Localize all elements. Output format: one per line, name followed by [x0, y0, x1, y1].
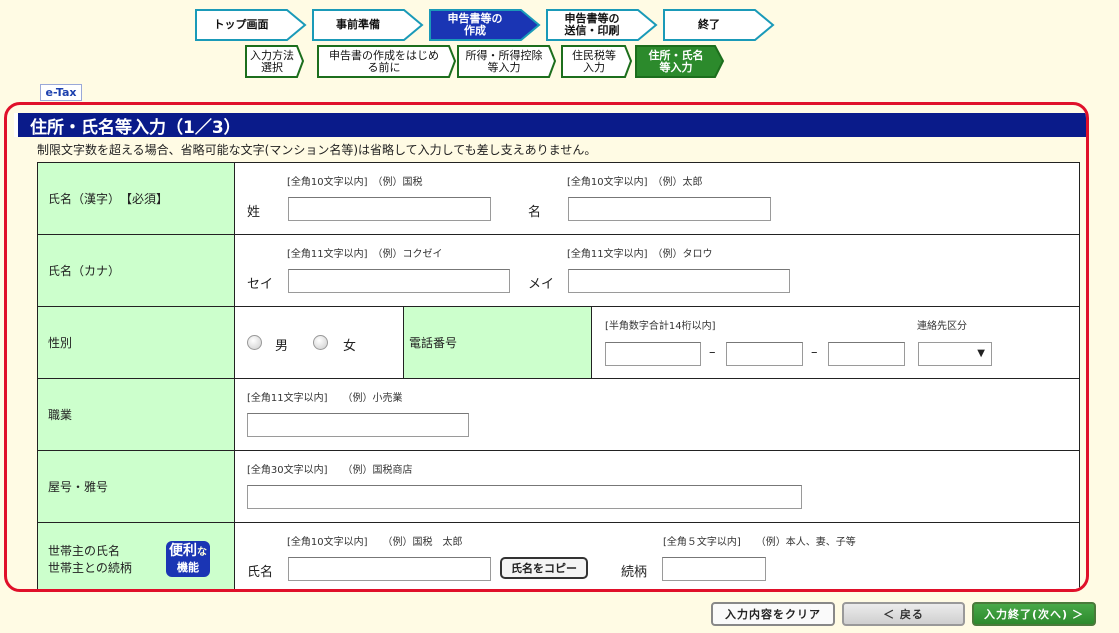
label-phone: 電話番号: [403, 307, 592, 378]
step-label: 申告書等の 送信・印刷: [564, 12, 620, 37]
substep-label: 申告書の作成をはじめ る前に: [329, 48, 439, 74]
substep-before-start: 申告書の作成をはじめ る前に: [317, 45, 457, 78]
back-button[interactable]: ＜ 戻る: [842, 602, 965, 626]
substep-label: 住民税等 入力: [572, 48, 616, 74]
gender-male-radio[interactable]: [247, 335, 262, 350]
row-name-kana: 氏名（カナ） [全角11文字以内] （例）コクゼイ [全角11文字以内] （例）…: [38, 235, 1079, 307]
hint-householder-name: [全角10文字以内] （例）国税 太郎: [287, 537, 463, 548]
hint-householder-relation: [全角５文字以内] （例）本人、妻、子等: [663, 537, 856, 548]
next-button[interactable]: 入力終了(次へ) ＞: [972, 602, 1096, 626]
benri-small-text: な: [197, 547, 207, 558]
next-button-label: 入力終了(次へ): [983, 608, 1069, 621]
gender-female-radio[interactable]: [313, 335, 328, 350]
label-name-kanji: 氏名（漢字） 【必須】: [38, 163, 235, 234]
step-finish: 終了: [663, 9, 775, 41]
hint-yago: [全角30文字以内] （例）国税商店: [247, 465, 413, 476]
relation-input[interactable]: [662, 557, 766, 581]
step-label: 終了: [698, 18, 720, 31]
notice-text: 制限文字数を超える場合、省略可能な文字(マンション名等)は省略して入力しても差し…: [37, 143, 597, 157]
step-label: 事前準備: [336, 18, 380, 31]
value-gender-phone: 男 女 電話番号 [半角数字合計14桁以内] 連絡先区分 – – ▼: [235, 307, 1079, 378]
substep-income-deduction: 所得・所得控除 等入力: [457, 45, 557, 78]
substep-input-method: 入力方法 選択: [245, 45, 305, 78]
copy-name-button[interactable]: 氏名をコピー: [500, 557, 588, 579]
phone-dash-1: –: [709, 345, 716, 360]
hint-mei-kana: [全角11文字以内] （例）タロウ: [567, 249, 713, 260]
label-householder: 世帯主の氏名 世帯主との続柄 便利な 機能: [38, 523, 235, 589]
label-mei-kana: メイ: [528, 277, 555, 292]
step-send-print: 申告書等の 送信・印刷: [546, 9, 658, 41]
label-female: 女: [343, 339, 357, 354]
yago-input[interactable]: [247, 485, 802, 509]
step-label: トップ画面: [213, 18, 269, 31]
value-name-kana: [全角11文字以内] （例）コクゼイ [全角11文字以内] （例）タロウ セイ …: [235, 235, 1079, 306]
row-householder: 世帯主の氏名 世帯主との続柄 便利な 機能 [全角10文字以内] （例）国税 太…: [38, 523, 1079, 589]
sei-kana-input[interactable]: [288, 269, 510, 293]
step-preparation: 事前準備: [312, 9, 424, 41]
job-input[interactable]: [247, 413, 469, 437]
substep-label: 所得・所得控除 等入力: [465, 48, 543, 74]
step-label: 申告書等の 作成: [447, 12, 503, 37]
benri-text-2: 機能: [177, 561, 199, 574]
label-householder-name: 世帯主の氏名: [48, 544, 121, 558]
step-create-return: 申告書等の 作成: [429, 9, 541, 41]
hint-sei-kana: [全角11文字以内] （例）コクゼイ: [287, 249, 443, 260]
substep-label: 住所・氏名 等入力: [648, 48, 704, 74]
benri-text: 便利: [169, 543, 197, 559]
label-sei: 姓: [247, 205, 261, 220]
value-name-kanji: [全角10文字以内] （例）国税 [全角10文字以内] （例）太郎 姓 名: [235, 163, 1079, 234]
address-name-panel: 住所・氏名等入力（1／3） 制限文字数を超える場合、省略可能な文字(マンション名…: [4, 102, 1089, 592]
label-householder-relation: 世帯主との続柄: [48, 561, 132, 575]
label-relation-field: 続柄: [621, 565, 648, 580]
householder-name-input[interactable]: [288, 557, 491, 581]
hint-mei-kanji: [全角10文字以内] （例）太郎: [567, 177, 703, 188]
phone-dash-2: –: [811, 345, 818, 360]
phone-part2-input[interactable]: [726, 342, 803, 366]
contact-type-select[interactable]: ▼: [918, 342, 992, 366]
label-sei-kana: セイ: [247, 277, 274, 292]
label-job: 職業: [38, 379, 235, 450]
value-yago: [全角30文字以内] （例）国税商店: [235, 451, 1079, 522]
label-gender: 性別: [38, 307, 235, 378]
hint-phone: [半角数字合計14桁以内]: [605, 321, 716, 332]
convenient-feature-button[interactable]: 便利な 機能: [166, 541, 210, 577]
substep-address-name: 住所・氏名 等入力: [635, 45, 725, 78]
phone-part3-input[interactable]: [828, 342, 905, 366]
next-arrow-icon: ＞: [1072, 608, 1085, 621]
hint-job: [全角11文字以内] （例）小売業: [247, 393, 403, 404]
chevron-down-icon: ▼: [977, 348, 985, 359]
row-name-kanji: 氏名（漢字） 【必須】 [全角10文字以内] （例）国税 [全角10文字以内] …: [38, 163, 1079, 235]
label-name-kana: 氏名（カナ）: [38, 235, 235, 306]
etax-badge: e-Tax: [40, 84, 82, 101]
label-contact-type: 連絡先区分: [917, 321, 967, 332]
label-mei: 名: [528, 205, 542, 220]
phone-part1-input[interactable]: [605, 342, 701, 366]
form-table: 氏名（漢字） 【必須】 [全角10文字以内] （例）国税 [全角10文字以内] …: [37, 162, 1080, 589]
mei-kanji-input[interactable]: [568, 197, 771, 221]
mei-kana-input[interactable]: [568, 269, 790, 293]
label-yago: 屋号・雅号: [38, 451, 235, 522]
value-job: [全角11文字以内] （例）小売業: [235, 379, 1079, 450]
label-householder-name-field: 氏名: [247, 565, 274, 580]
step-top-screen: トップ画面: [195, 9, 307, 41]
row-gender-phone: 性別 男 女 電話番号 [半角数字合計14桁以内] 連絡先区分 – – ▼: [38, 307, 1079, 379]
sei-kanji-input[interactable]: [288, 197, 491, 221]
row-job: 職業 [全角11文字以内] （例）小売業: [38, 379, 1079, 451]
label-male: 男: [275, 339, 289, 354]
substep-label: 入力方法 選択: [250, 48, 294, 74]
value-householder: [全角10文字以内] （例）国税 太郎 [全角５文字以内] （例）本人、妻、子等…: [235, 523, 1079, 589]
row-yago: 屋号・雅号 [全角30文字以内] （例）国税商店: [38, 451, 1079, 523]
page-title: 住所・氏名等入力（1／3）: [14, 113, 1086, 138]
hint-sei-kanji: [全角10文字以内] （例）国税: [287, 177, 423, 188]
substep-resident-tax: 住民税等 入力: [561, 45, 633, 78]
clear-input-button[interactable]: 入力内容をクリア: [711, 602, 835, 626]
